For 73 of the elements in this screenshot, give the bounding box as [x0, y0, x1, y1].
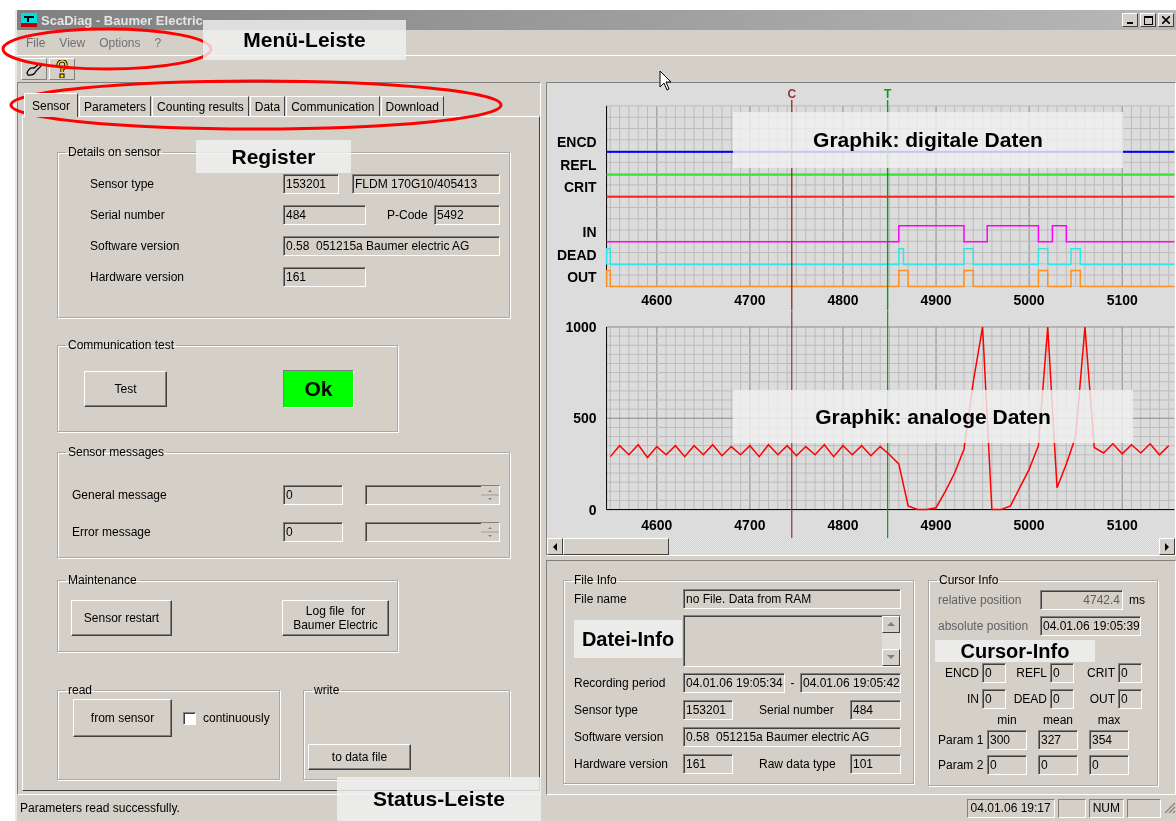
group-title: Sensor messages — [67, 445, 166, 459]
field-label: Software version — [90, 238, 181, 253]
group-title: Details on sensor — [67, 145, 162, 159]
field-label: Sensor type — [90, 176, 156, 191]
group-title: write — [313, 683, 341, 697]
signal-label: REFL — [1016, 666, 1047, 680]
field-label: Serial number — [759, 702, 835, 717]
tick-label: 5000 — [1013, 292, 1045, 309]
signal-label: IN — [967, 692, 979, 706]
tick-label: 1000 — [565, 318, 597, 335]
signal-label: ENCD — [557, 133, 597, 150]
field-label: Sensor type — [574, 702, 640, 717]
field-label: General message — [72, 487, 168, 502]
callout-label: Graphik: analoge Daten — [733, 390, 1133, 443]
callout-label: Menü-Leiste — [203, 20, 406, 60]
checkbox-label: continuously — [203, 711, 270, 725]
field-label: relative position — [938, 593, 1023, 607]
group-title: Maintenance — [67, 573, 138, 587]
field-label: Hardware version — [574, 756, 670, 771]
field-label: Serial number — [90, 207, 166, 222]
field-label: Error message — [72, 524, 152, 539]
field-label: P-Code — [387, 207, 429, 222]
field-label: Raw data type — [759, 756, 837, 771]
column-header: mean — [1042, 713, 1074, 727]
field-label: absolute position — [938, 619, 1030, 633]
signal-label: DEAD — [557, 246, 597, 263]
status-message: Parameters read successfully. — [20, 801, 181, 815]
signal-label: ENCD — [945, 666, 979, 680]
field-label: Recording period — [574, 675, 667, 690]
tick-label: 4900 — [920, 516, 952, 532]
column-header: max — [1096, 713, 1122, 727]
tick-label: 5100 — [1106, 516, 1138, 532]
tick-label: 5100 — [1106, 292, 1138, 309]
tick-label: 500 — [573, 409, 597, 426]
unit-label: ms — [1129, 593, 1145, 607]
signal-label: OUT — [1089, 692, 1115, 706]
signal-label: IN — [582, 223, 597, 240]
tick-label: 4800 — [827, 292, 859, 309]
callout-label: Datei-Info — [574, 620, 682, 658]
row-label: Param 1 — [938, 732, 985, 747]
cursor-label: C — [787, 86, 797, 101]
signal-label: CRIT — [564, 178, 597, 195]
field-label: Hardware version — [90, 269, 186, 284]
tick-label: 5000 — [1013, 516, 1045, 532]
column-header: min — [996, 713, 1018, 727]
range-separator: - — [789, 675, 796, 690]
signal-label: CRIT — [1087, 666, 1115, 680]
cursor-label: T — [884, 86, 892, 101]
tick-label: 4600 — [641, 292, 673, 309]
status-indicator: Ok — [283, 370, 354, 408]
field-label: File name — [574, 592, 628, 606]
tick-label: 4600 — [641, 516, 673, 532]
field-label: Software version — [574, 729, 665, 744]
group-title: File Info — [573, 573, 618, 587]
callout-label: Register — [196, 140, 351, 173]
tick-label: 4900 — [920, 292, 952, 309]
signal-label: OUT — [567, 268, 597, 285]
tick-label: 4700 — [734, 516, 766, 532]
group-title: Communication test — [67, 338, 176, 352]
row-label: Param 2 — [938, 757, 985, 772]
callout-label: Cursor-Info — [935, 640, 1095, 662]
group-title: Cursor Info — [938, 573, 1000, 587]
callout-label: Graphik: digitale Daten — [733, 112, 1123, 168]
window-title: ScaDiag - Baumer Electric — [41, 12, 204, 28]
group-title: read — [67, 683, 94, 697]
callout-label: Status-Leiste — [337, 777, 541, 821]
tick-label: 4800 — [827, 516, 859, 532]
signal-label: REFL — [560, 156, 597, 173]
tick-label: 0 — [588, 501, 597, 518]
tick-label: 4700 — [734, 292, 766, 309]
status-pane: 04.01.06 19:17 — [966, 798, 1055, 818]
signal-label: DEAD — [1013, 692, 1047, 706]
status-pane: NUM — [1088, 798, 1124, 818]
